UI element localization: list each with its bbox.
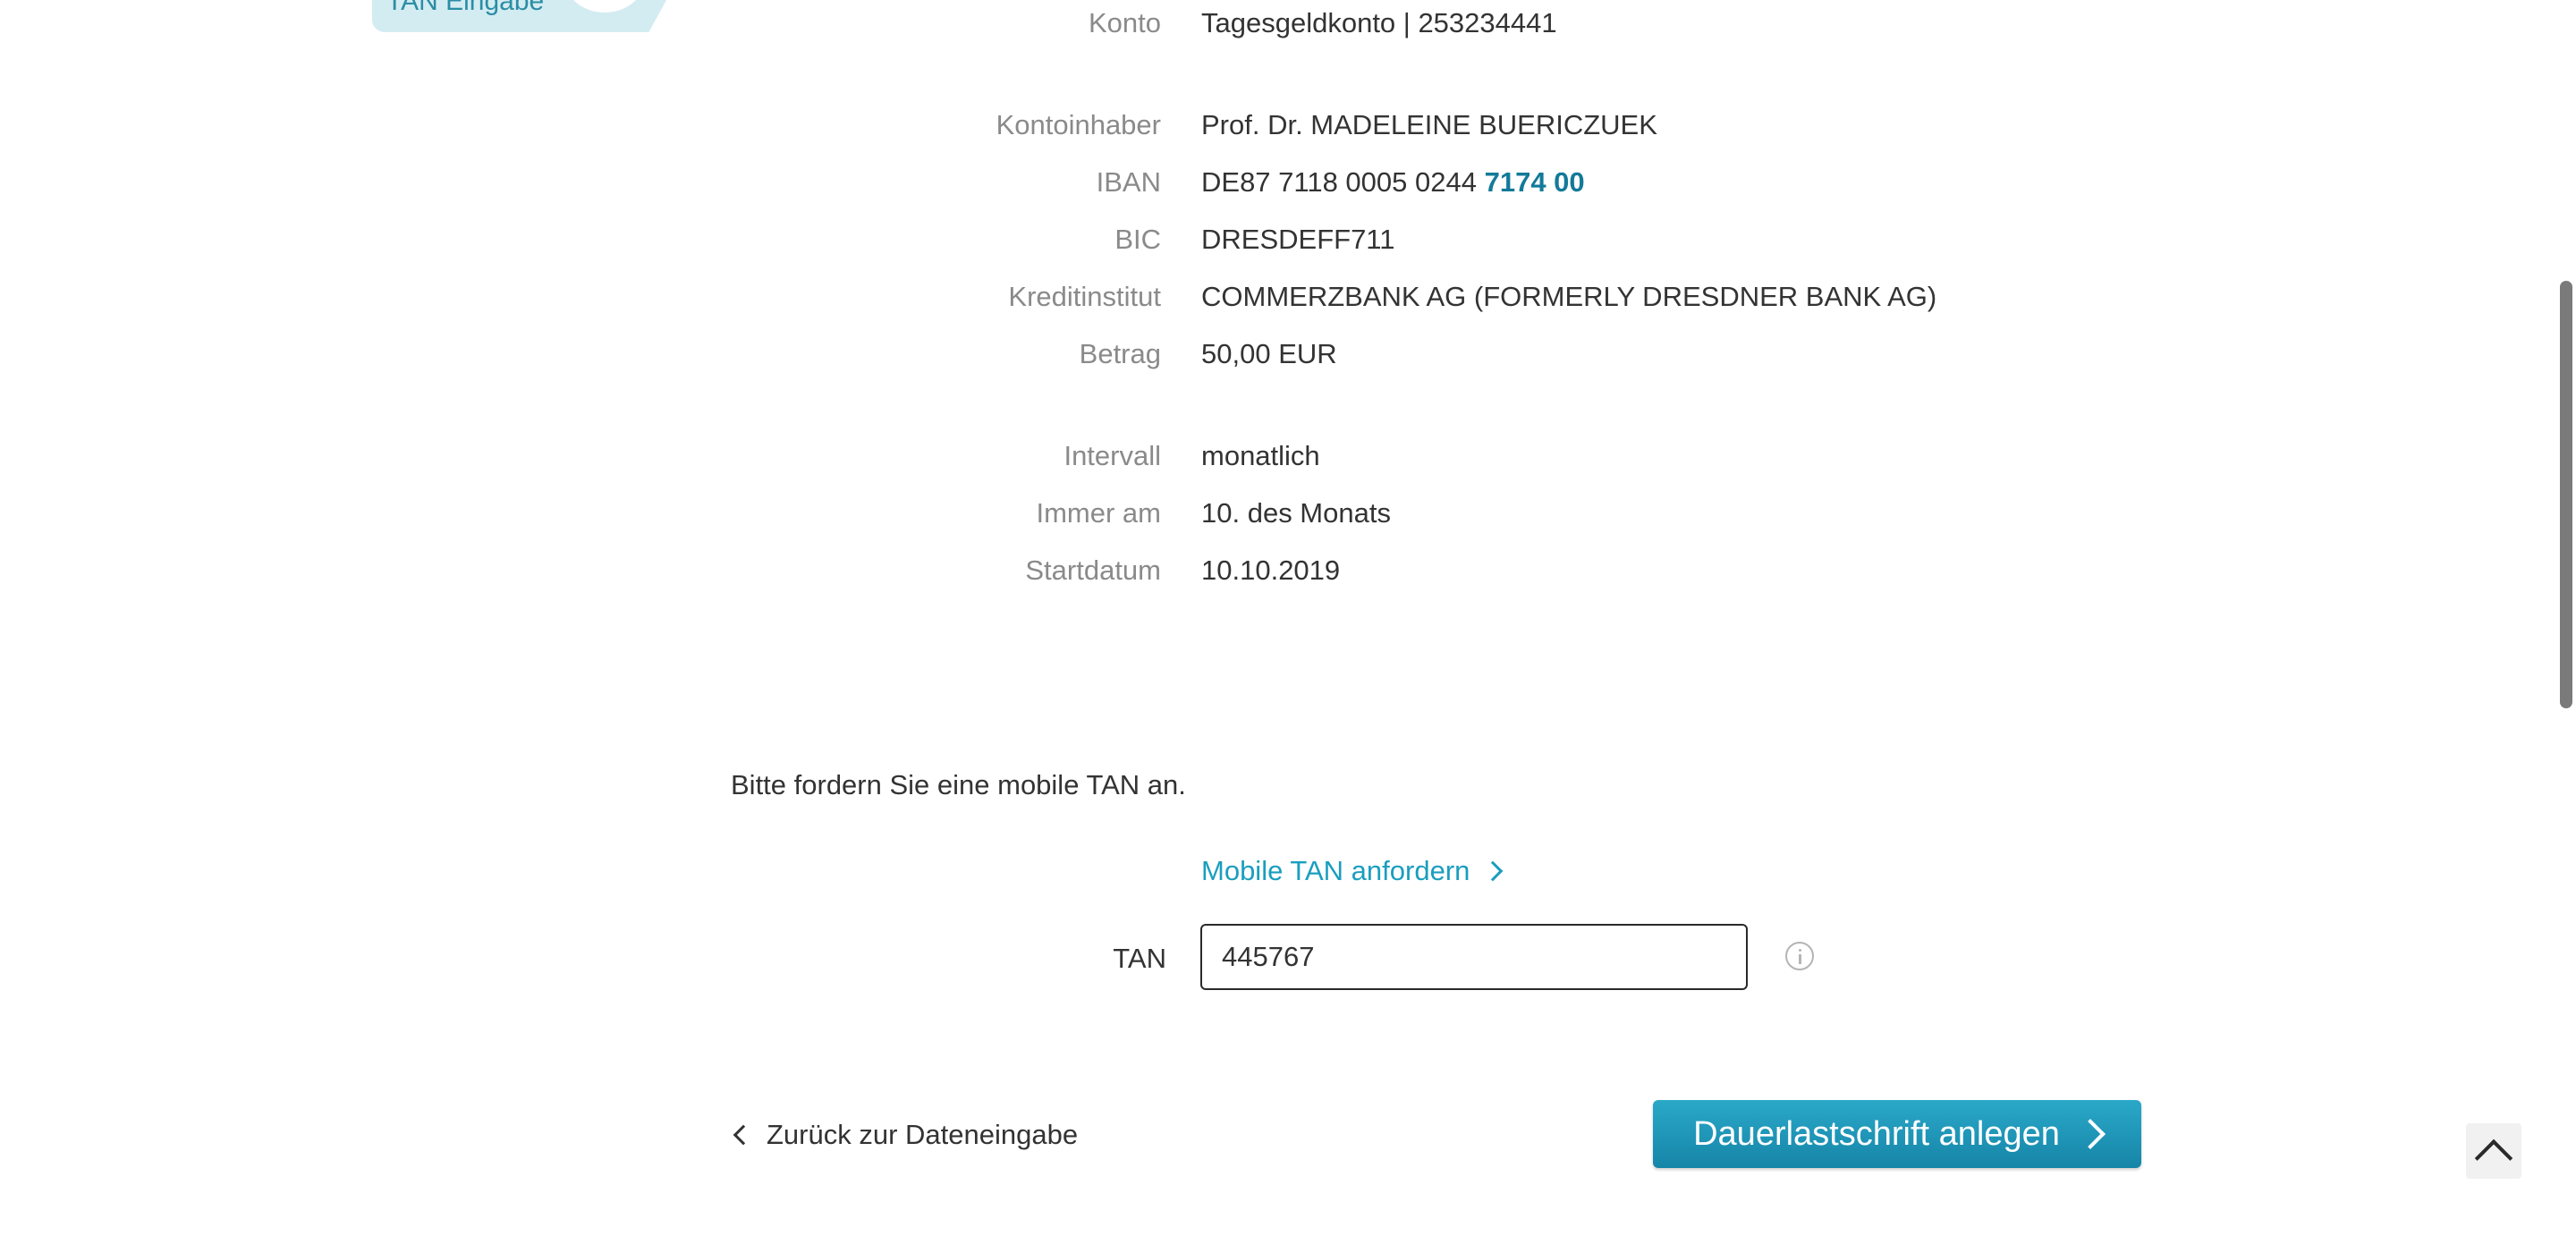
summary-label: Betrag <box>1079 338 1161 369</box>
create-direct-debit-button[interactable]: Dauerlastschrift anlegen <box>1653 1100 2141 1168</box>
chevron-right-icon <box>1483 860 1504 882</box>
summary-row-iban: IBAN DE87 7118 0005 0244 7174 00 <box>0 159 2576 206</box>
iban-value: DE87 7118 0005 0244 7174 00 <box>1201 159 1585 206</box>
iban-highlight: 7174 00 <box>1484 166 1585 198</box>
summary-value: monatlich <box>1201 440 1320 471</box>
summary-label: BIC <box>1114 224 1161 255</box>
tan-prompt: Bitte fordern Sie eine mobile TAN an. <box>731 769 1186 800</box>
summary-row-immer-am: Immer am 10. des Monats <box>0 490 2576 537</box>
chevron-left-icon <box>733 1124 754 1146</box>
summary-value: COMMERZBANK AG (FORMERLY DRESDNER BANK A… <box>1201 281 1937 312</box>
summary-value: 50,00 EUR <box>1201 338 1337 369</box>
summary-label: Immer am <box>1036 497 1162 529</box>
summary-label: IBAN <box>1096 166 1161 198</box>
back-to-data-entry-link[interactable]: Zurück zur Dateneingabe <box>731 1112 1078 1158</box>
summary-value: Prof. Dr. MADELEINE BUERICZUEK <box>1201 109 1657 140</box>
summary-label: Intervall <box>1063 440 1161 471</box>
summary-label: Startdatum <box>1025 555 1161 586</box>
summary-row-kontoinhaber: Kontoinhaber Prof. Dr. MADELEINE BUERICZ… <box>0 102 2576 148</box>
summary-row-startdatum: Startdatum 10.10.2019 <box>0 547 2576 594</box>
summary-value: 10.10.2019 <box>1201 555 1341 586</box>
chevron-right-icon <box>2074 1119 2106 1149</box>
tan-label: TAN <box>1113 943 1166 974</box>
summary-row-kreditinstitut: Kreditinstitut COMMERZBANK AG (FORMERLY … <box>0 274 2576 320</box>
summary-row-intervall: Intervall monatlich <box>0 433 2576 479</box>
summary-value: Tagesgeldkonto | 253234441 <box>1201 7 1557 38</box>
summary-value: 10. des Monats <box>1201 497 1391 529</box>
scrollbar-thumb[interactable] <box>2560 281 2572 708</box>
create-direct-debit-label: Dauerlastschrift anlegen <box>1693 1114 2060 1153</box>
back-link-label: Zurück zur Dateneingabe <box>767 1119 1079 1150</box>
iban-prefix: DE87 7118 0005 0244 <box>1201 166 1477 198</box>
info-icon[interactable] <box>1785 942 1814 970</box>
chevron-up-icon <box>2474 1139 2513 1178</box>
viewport: TAN Eingabe Konto Tagesgeldkonto | 25323… <box>0 0 2576 1236</box>
summary-value: DRESDEFF711 <box>1201 224 1395 255</box>
summary-row-betrag: Betrag 50,00 EUR <box>0 331 2576 377</box>
scroll-to-top-button[interactable] <box>2466 1123 2521 1179</box>
summary-row-bic: BIC DRESDEFF711 <box>0 216 2576 263</box>
mobile-tan-request-label: Mobile TAN anfordern <box>1201 855 1470 886</box>
mobile-tan-request-link[interactable]: Mobile TAN anfordern <box>1201 848 1504 894</box>
summary-label: Kreditinstitut <box>1008 281 1161 312</box>
summary-label: Konto <box>1088 7 1161 38</box>
tan-input[interactable] <box>1200 924 1748 990</box>
summary-label: Kontoinhaber <box>996 109 1161 140</box>
summary-row-konto: Konto Tagesgeldkonto | 253234441 <box>0 0 2576 47</box>
